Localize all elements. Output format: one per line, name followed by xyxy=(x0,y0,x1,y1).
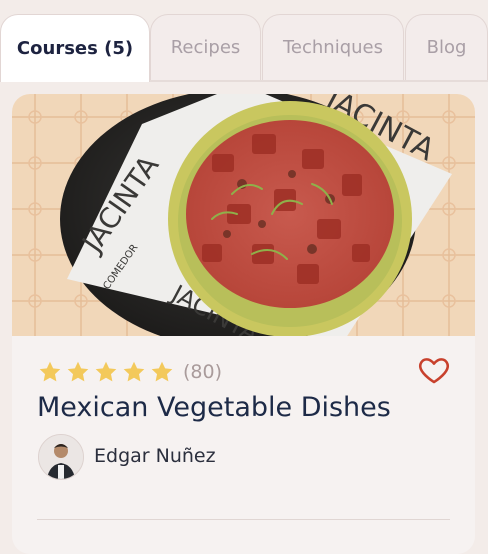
rating: (80) xyxy=(37,359,222,385)
avatar[interactable] xyxy=(38,434,84,480)
star-icon xyxy=(151,361,173,382)
course-card[interactable]: JACINTA JACINTA JACINTA COMEDOR xyxy=(12,94,475,554)
course-image[interactable]: JACINTA JACINTA JACINTA COMEDOR xyxy=(12,94,475,336)
tab-bar: Courses (5) Recipes Techniques Blog xyxy=(0,14,488,82)
course-title[interactable]: Mexican Vegetable Dishes xyxy=(37,392,391,423)
star-icon xyxy=(39,361,61,382)
rating-count: (80) xyxy=(183,361,223,383)
tab-techniques[interactable]: Techniques xyxy=(262,14,404,80)
tab-courses[interactable]: Courses (5) xyxy=(0,14,150,82)
star-icon xyxy=(123,361,145,382)
tab-blog[interactable]: Blog xyxy=(405,14,488,80)
chef-avatar-icon xyxy=(39,435,83,479)
card-divider xyxy=(37,519,450,520)
author-name[interactable]: Edgar Nuñez xyxy=(94,445,216,467)
heart-icon[interactable] xyxy=(417,353,451,387)
tab-recipes[interactable]: Recipes xyxy=(150,14,261,80)
star-icon xyxy=(67,361,89,382)
star-icon xyxy=(95,361,117,382)
